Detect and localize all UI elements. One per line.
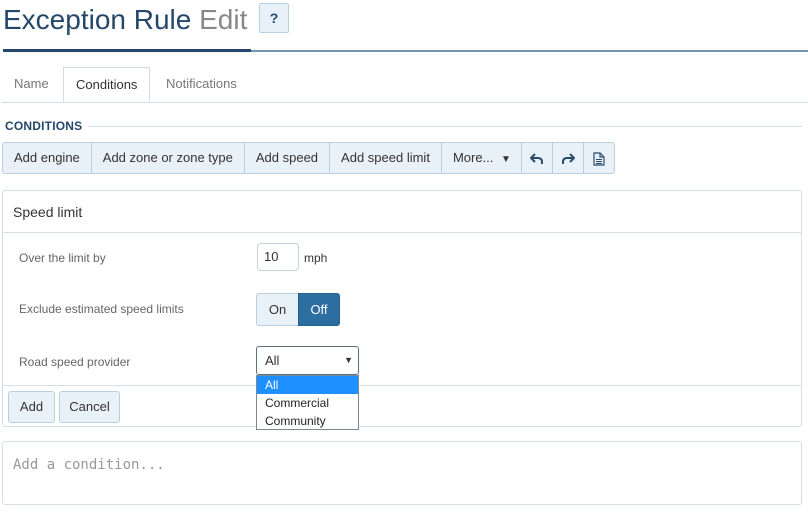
page-title-main: Exception Rule xyxy=(3,4,192,35)
header-underline xyxy=(3,49,251,52)
add-speed-limit-button[interactable]: Add speed limit xyxy=(330,142,442,174)
option-commercial[interactable]: Commercial xyxy=(257,394,358,412)
add-condition-placeholder: Add a condition... xyxy=(13,457,165,473)
add-condition-input[interactable]: Add a condition... xyxy=(2,441,802,505)
toggle-off-button[interactable]: Off xyxy=(298,293,340,326)
add-button[interactable]: Add xyxy=(8,391,55,423)
page-title: Exception Rule Edit xyxy=(3,4,247,36)
conditions-toolbar: Add engine Add zone or zone type Add spe… xyxy=(2,142,615,174)
road-speed-provider-select[interactable]: All ▼ xyxy=(256,346,359,375)
road-speed-provider-label: Road speed provider xyxy=(19,355,131,369)
tab-bar: Name Conditions Notifications xyxy=(2,67,808,103)
section-title: CONDITIONS xyxy=(5,119,83,133)
header-divider xyxy=(251,50,808,52)
exclude-estimated-label: Exclude estimated speed limits xyxy=(19,302,184,316)
option-community[interactable]: Community xyxy=(257,412,358,430)
add-engine-button[interactable]: Add engine xyxy=(2,142,92,174)
tab-notifications[interactable]: Notifications xyxy=(154,67,249,101)
over-limit-label: Over the limit by xyxy=(19,251,106,265)
card-title: Speed limit xyxy=(3,191,801,233)
page-title-mode: Edit xyxy=(199,4,248,35)
tab-name[interactable]: Name xyxy=(2,67,61,101)
redo-icon xyxy=(561,152,576,164)
over-limit-input[interactable]: 10 xyxy=(257,243,299,271)
caret-down-icon: ▼ xyxy=(501,154,511,165)
section-divider xyxy=(88,126,802,127)
select-value: All xyxy=(265,353,280,368)
card-footer: Add Cancel xyxy=(3,385,801,428)
over-limit-unit: mph xyxy=(304,251,328,265)
caret-down-icon: ▼ xyxy=(344,355,353,365)
add-speed-button[interactable]: Add speed xyxy=(244,142,331,174)
undo-icon xyxy=(529,152,543,164)
help-button[interactable]: ? xyxy=(259,3,289,33)
document-button[interactable] xyxy=(583,142,615,174)
tab-conditions[interactable]: Conditions xyxy=(63,67,150,102)
more-button-label: More... xyxy=(452,150,494,165)
option-all[interactable]: All xyxy=(257,376,358,394)
speed-limit-card: Speed limit Over the limit by 10 mph Exc… xyxy=(2,190,802,427)
more-button[interactable]: More... ▼ xyxy=(441,142,522,174)
provider-dropdown-list: All Commercial Community xyxy=(256,375,359,430)
toggle-on-button[interactable]: On xyxy=(256,293,298,326)
exclude-estimated-toggle: On Off xyxy=(256,293,340,326)
redo-button[interactable] xyxy=(552,142,584,174)
document-icon xyxy=(593,151,605,166)
undo-button[interactable] xyxy=(521,142,553,174)
cancel-button[interactable]: Cancel xyxy=(59,391,120,423)
add-zone-button[interactable]: Add zone or zone type xyxy=(91,142,245,174)
